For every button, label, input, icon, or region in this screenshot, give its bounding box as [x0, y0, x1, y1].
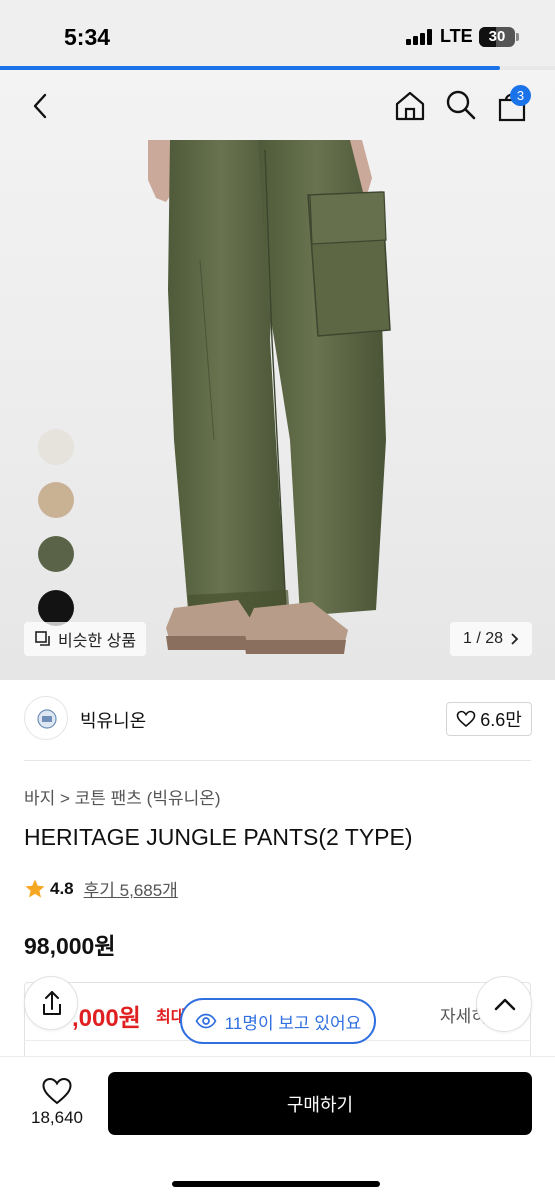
chevron-left-icon [33, 93, 47, 119]
gallery-pager[interactable]: 1 / 28 [450, 622, 532, 656]
home-button[interactable] [392, 88, 428, 124]
battery-icon: 30 [479, 27, 515, 47]
battery-level: 30 [488, 28, 506, 45]
chevron-right-icon [511, 633, 519, 645]
home-indicator [172, 1181, 380, 1187]
wishlist-button[interactable]: 18,640 [22, 1074, 92, 1134]
home-icon [395, 91, 425, 121]
viewers-badge: 11명이 보고 있어요 [180, 998, 376, 1044]
heart-icon [42, 1077, 72, 1105]
copy-icon [35, 631, 50, 646]
network-label: LTE [440, 26, 473, 46]
share-button[interactable] [24, 976, 78, 1030]
chevron-up-icon [494, 998, 516, 1011]
coupon-price: ,000원 [72, 1005, 141, 1032]
color-swatch-olive[interactable] [38, 536, 74, 572]
brand-logo[interactable] [24, 696, 68, 740]
similar-products-button[interactable]: 비슷한 상품 [24, 622, 147, 656]
brand-like-count: 6.6만 [480, 710, 522, 730]
brand-emblem-icon [37, 709, 57, 729]
divider [24, 760, 531, 761]
brand-name[interactable]: 빅유니온 [80, 707, 146, 733]
wishlist-count: 18,640 [31, 1108, 83, 1127]
search-button[interactable] [444, 88, 478, 122]
search-icon [446, 90, 476, 120]
battery-tip [516, 33, 519, 41]
status-time: 5:34 [64, 24, 111, 50]
back-button[interactable] [24, 90, 56, 122]
status-bar: 5:34 LTE 30 [0, 0, 555, 68]
similar-products-label: 비슷한 상품 [58, 633, 137, 650]
color-swatch-black[interactable] [38, 590, 74, 626]
buy-button-label: 구매하기 [286, 1094, 354, 1115]
rating-value: 4.8 [50, 878, 74, 898]
star-icon [25, 879, 45, 897]
heart-icon [456, 710, 476, 728]
color-swatch-cream[interactable] [38, 429, 74, 465]
color-swatch-beige[interactable] [38, 482, 74, 518]
product-image [148, 140, 391, 654]
buy-button[interactable]: 구매하기 [108, 1072, 532, 1135]
brand-like-button[interactable]: 6.6만 [446, 702, 532, 736]
eye-icon [195, 1013, 217, 1029]
viewers-text: 11명이 보고 있어요 [224, 1013, 362, 1033]
product-price: 98,000원 [24, 933, 116, 959]
product-title: HERITAGE JUNGLE PANTS(2 TYPE) [24, 824, 413, 850]
product-gallery[interactable]: 3 비슷한 상품 1 / 28 [0, 70, 555, 680]
cart-count-badge: 3 [510, 85, 531, 106]
gallery-pager-text: 1 / 28 [462, 630, 504, 647]
breadcrumb[interactable]: 바지 > 코튼 팬츠 (빅유니온) [24, 784, 221, 809]
rating-row: 4.8 후기 5,685개 [24, 876, 178, 901]
signal-icon [406, 29, 434, 45]
reviews-link[interactable]: 후기 5,685개 [84, 876, 178, 901]
share-icon [43, 991, 61, 1015]
scroll-top-button[interactable] [476, 976, 532, 1032]
